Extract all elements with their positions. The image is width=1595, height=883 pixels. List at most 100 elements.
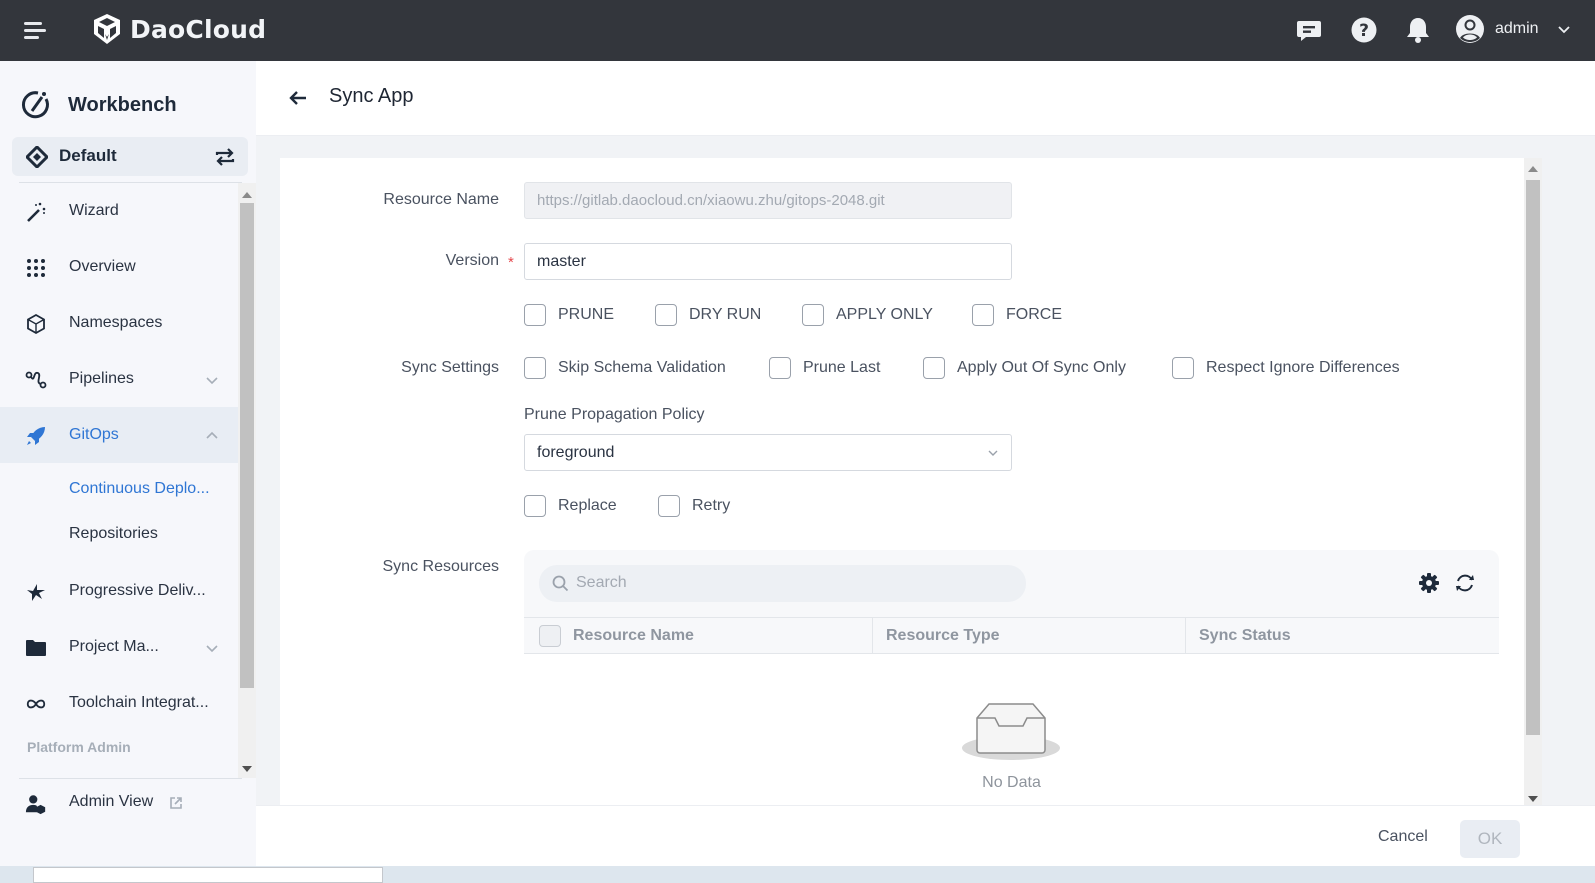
nav-label: Progressive Deliv...	[69, 582, 206, 599]
sidebar-item-pipelines[interactable]: Pipelines	[0, 351, 240, 407]
scroll-thumb[interactable]	[240, 203, 254, 688]
empty-inbox-icon	[962, 703, 1060, 760]
sidebar-item-namespaces[interactable]: Namespaces	[0, 295, 240, 351]
column-divider	[1185, 618, 1186, 654]
scroll-down-icon[interactable]	[1528, 796, 1538, 802]
bell-icon[interactable]	[1403, 15, 1433, 45]
divider	[19, 778, 242, 779]
sidebar-item-gitops[interactable]: GitOps	[0, 407, 240, 463]
apply-only-checkbox[interactable]: APPLY ONLY	[802, 304, 933, 326]
checkbox-box[interactable]	[769, 357, 791, 379]
checkbox-box[interactable]	[1172, 357, 1194, 379]
scroll-thumb[interactable]	[1526, 180, 1540, 735]
required-mark: *	[508, 254, 514, 271]
sidebar-item-progressive-delivery[interactable]: Progressive Deliv...	[0, 563, 240, 619]
user-avatar-icon[interactable]	[1455, 14, 1485, 44]
checkbox-box[interactable]	[802, 304, 824, 326]
version-label: Version	[445, 252, 499, 269]
respect-ignore-differences-checkbox[interactable]: Respect Ignore Differences	[1172, 357, 1400, 379]
replace-checkbox[interactable]: Replace	[524, 495, 617, 517]
infinity-icon	[25, 693, 47, 715]
prune-last-checkbox[interactable]: Prune Last	[769, 357, 880, 379]
workspace-selector[interactable]: Default	[12, 137, 248, 176]
form-footer: Cancel OK	[256, 806, 1595, 866]
checkbox-label: Skip Schema Validation	[558, 359, 726, 376]
retry-checkbox[interactable]: Retry	[658, 495, 730, 517]
version-input[interactable]: master	[524, 243, 1012, 280]
sidebar-item-overview[interactable]: Overview	[0, 239, 240, 295]
prune-checkbox[interactable]: PRUNE	[524, 304, 614, 326]
gear-icon[interactable]	[1418, 572, 1440, 594]
checkbox-box[interactable]	[524, 495, 546, 517]
menu-icon[interactable]	[24, 20, 48, 40]
scroll-down-icon[interactable]	[242, 766, 252, 772]
select-all-checkbox[interactable]	[539, 625, 561, 647]
checkbox-box[interactable]	[524, 304, 546, 326]
chevron-up-icon	[206, 431, 218, 439]
checkbox-label: Replace	[558, 497, 617, 514]
dry-run-checkbox[interactable]: DRY RUN	[655, 304, 761, 326]
user-name[interactable]: admin	[1495, 20, 1539, 38]
switch-icon[interactable]	[214, 147, 236, 167]
top-navigation-bar: DaoCloud ? admin	[0, 0, 1595, 61]
checkbox-label: Retry	[692, 497, 731, 514]
sidebar-item-admin-view[interactable]: Admin View	[0, 781, 240, 825]
checkbox-label: DRY RUN	[689, 306, 762, 323]
checkbox-label: Prune Last	[803, 359, 881, 376]
empty-state: No Data	[524, 654, 1499, 808]
pipeline-icon	[25, 369, 47, 391]
checkbox-box[interactable]	[923, 357, 945, 379]
checkbox-label: APPLY ONLY	[836, 306, 933, 323]
sidebar-subitem-repositories[interactable]: Repositories	[0, 513, 240, 557]
nav-label: Namespaces	[69, 314, 163, 331]
sidebar-scrollbar[interactable]	[238, 183, 256, 778]
select-value: foreground	[537, 444, 615, 461]
table-header: Resource Name Resource Type Sync Status	[524, 617, 1499, 654]
help-icon[interactable]: ?	[1349, 15, 1379, 45]
external-link-icon	[170, 797, 182, 809]
scroll-up-icon[interactable]	[1528, 166, 1538, 172]
daocloud-logo-icon	[94, 14, 120, 44]
checkbox-box[interactable]	[655, 304, 677, 326]
ok-button[interactable]: OK	[1460, 820, 1520, 858]
sidebar-item-project-management[interactable]: Project Ma...	[0, 619, 240, 675]
brand-logo[interactable]: DaoCloud	[90, 12, 266, 46]
cancel-button[interactable]: Cancel	[1378, 828, 1428, 846]
nav-label: Overview	[69, 258, 136, 275]
checkbox-box[interactable]	[658, 495, 680, 517]
column-header-resource-name[interactable]: Resource Name	[573, 618, 694, 654]
resource-name-label: Resource Name	[383, 191, 499, 208]
no-data-text: No Data	[982, 774, 1041, 791]
content-scrollbar[interactable]	[1524, 158, 1542, 808]
scroll-up-icon[interactable]	[242, 192, 252, 198]
back-arrow-icon[interactable]	[288, 88, 308, 108]
apply-out-of-sync-only-checkbox[interactable]: Apply Out Of Sync Only	[923, 357, 1126, 379]
sidebar-item-wizard[interactable]: Wizard	[0, 183, 240, 239]
checkbox-label: FORCE	[1006, 306, 1062, 323]
section-title: Platform Admin	[27, 739, 131, 755]
refresh-icon[interactable]	[1454, 572, 1476, 594]
search-input[interactable]: Search	[539, 565, 1026, 602]
grid-icon	[25, 257, 47, 279]
cube-icon	[25, 313, 47, 335]
chevron-down-icon	[206, 377, 218, 385]
sidebar-subitem-continuous-deployment[interactable]: Continuous Deplo...	[0, 468, 240, 512]
prune-propagation-policy-select[interactable]: foreground	[524, 434, 1012, 471]
checkbox-label: PRUNE	[558, 306, 615, 323]
chevron-down-icon[interactable]	[1557, 22, 1571, 36]
module-title: Workbench	[68, 93, 177, 116]
nav-label: GitOps	[69, 426, 119, 443]
column-header-resource-type[interactable]: Resource Type	[886, 618, 1000, 654]
force-checkbox[interactable]: FORCE	[972, 304, 1062, 326]
brand-name: DaoCloud	[130, 14, 267, 44]
message-icon[interactable]	[1294, 15, 1324, 45]
search-placeholder: Search	[576, 574, 627, 591]
magic-wand-icon	[25, 201, 47, 223]
rocket-icon	[25, 425, 47, 447]
sidebar-item-toolchain-integration[interactable]: Toolchain Integrat...	[0, 675, 240, 731]
skip-schema-validation-checkbox[interactable]: Skip Schema Validation	[524, 357, 726, 379]
checkbox-label: Apply Out Of Sync Only	[957, 359, 1126, 376]
checkbox-box[interactable]	[524, 357, 546, 379]
column-header-sync-status[interactable]: Sync Status	[1199, 618, 1291, 654]
checkbox-box[interactable]	[972, 304, 994, 326]
